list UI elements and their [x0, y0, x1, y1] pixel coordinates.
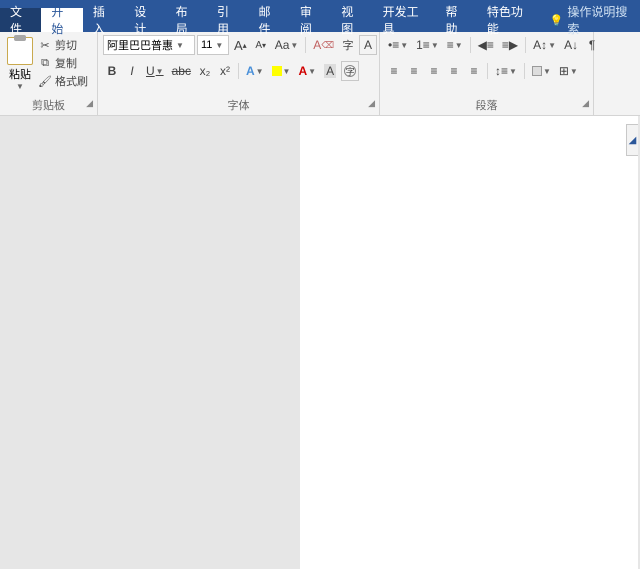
- paste-label: 粘贴: [9, 66, 31, 82]
- bullets-button[interactable]: •≡▼: [385, 35, 411, 55]
- copy-icon: ⧉: [38, 56, 52, 70]
- clear-formatting-button[interactable]: A⌫: [310, 35, 337, 55]
- decrease-indent-button[interactable]: ◀≡: [475, 35, 497, 55]
- separator: [487, 63, 488, 79]
- underline-button[interactable]: U▼: [143, 61, 167, 81]
- document-canvas: ◢ ↲ 辅助列↲ ↲ 诸葛亮↓ 诸葛亮↲ ↲ 周瑜↓ 周瑜↓ 周瑜↲ ↲ 马可波…: [0, 116, 640, 569]
- numbering-button[interactable]: 1≡▼: [413, 35, 442, 55]
- paste-icon: [7, 37, 33, 65]
- italic-button[interactable]: I: [123, 61, 141, 81]
- paragraph-dialog-launcher[interactable]: ◢: [582, 98, 589, 109]
- menu-help[interactable]: 帮助: [435, 8, 476, 32]
- separator: [470, 37, 471, 53]
- chevron-down-icon: ▼: [176, 41, 184, 50]
- font-color-button[interactable]: A▼: [295, 61, 319, 81]
- shading-button[interactable]: ▼: [529, 61, 554, 81]
- menu-layout[interactable]: 布局: [166, 8, 207, 32]
- tell-me-search[interactable]: 💡 操作说明搜索: [540, 8, 640, 32]
- menu-mail[interactable]: 邮件: [248, 8, 289, 32]
- align-center-button[interactable]: ≡: [405, 61, 423, 81]
- align-justify-button[interactable]: ≡: [445, 61, 463, 81]
- highlight-button[interactable]: ▼: [269, 61, 294, 81]
- increase-indent-button[interactable]: ≡▶: [499, 35, 521, 55]
- group-paragraph: •≡▼ 1≡▼ ≡▼ ◀≡ ≡▶ A↕▼ A↓ ¶ ≡ ≡ ≡ ≡ ≡ ↕≡▼: [380, 32, 594, 115]
- bold-button[interactable]: B: [103, 61, 121, 81]
- separator: [524, 63, 525, 79]
- subscript-button[interactable]: x₂: [196, 61, 214, 81]
- font-name-select[interactable]: 阿里巴巴普惠▼: [103, 35, 195, 55]
- paste-button[interactable]: 粘贴 ▼: [5, 35, 35, 91]
- phonetic-guide-button[interactable]: 字: [339, 35, 357, 55]
- separator: [525, 37, 526, 53]
- font-size-select[interactable]: 11▼: [197, 35, 229, 55]
- font-group-label: 字体: [228, 100, 250, 112]
- side-pane-tab[interactable]: ◢: [626, 124, 638, 156]
- highlight-icon: [272, 66, 282, 76]
- text-direction-button[interactable]: A↕▼: [530, 35, 559, 55]
- sort-button[interactable]: A↓: [561, 35, 581, 55]
- lightbulb-icon: 💡: [550, 13, 564, 27]
- align-right-button[interactable]: ≡: [425, 61, 443, 81]
- text-effects-button[interactable]: A▼: [243, 61, 267, 81]
- menu-insert[interactable]: 插入: [83, 8, 124, 32]
- clipboard-group-label: 剪贴板: [32, 100, 65, 112]
- line-spacing-button[interactable]: ↕≡▼: [492, 61, 520, 81]
- grow-font-button[interactable]: A▴: [231, 35, 250, 55]
- paragraph-group-label: 段落: [476, 100, 498, 112]
- separator: [238, 63, 239, 79]
- clipboard-dialog-launcher[interactable]: ◢: [86, 98, 93, 109]
- strikethrough-button[interactable]: abc: [169, 61, 194, 81]
- shading-icon: [532, 66, 542, 76]
- chevron-down-icon: ▼: [16, 82, 24, 91]
- enclose-char-button[interactable]: 字: [341, 61, 359, 81]
- ribbon: 粘贴 ▼ ✂剪切 ⧉复制 🖌格式刷 剪贴板 ◢ 阿里巴巴普惠▼ 11▼ A▴ A▾…: [0, 32, 640, 116]
- font-dialog-launcher[interactable]: ◢: [368, 98, 375, 109]
- align-left-button[interactable]: ≡: [385, 61, 403, 81]
- menu-bar: 文件 开始 插入 设计 布局 引用 邮件 审阅 视图 开发工具 帮助 特色功能 …: [0, 8, 640, 32]
- menu-dev[interactable]: 开发工具: [373, 8, 436, 32]
- menu-special[interactable]: 特色功能: [477, 8, 540, 32]
- superscript-button[interactable]: x²: [216, 61, 234, 81]
- group-clipboard: 粘贴 ▼ ✂剪切 ⧉复制 🖌格式刷 剪贴板 ◢: [0, 32, 98, 115]
- char-shading-button[interactable]: A: [321, 61, 339, 81]
- change-case-button[interactable]: Aa▼: [272, 35, 302, 55]
- scissors-icon: ✂: [38, 38, 52, 52]
- chevron-down-icon: ▼: [215, 41, 223, 50]
- menu-references[interactable]: 引用: [207, 8, 248, 32]
- cut-button[interactable]: ✂剪切: [38, 37, 88, 53]
- menu-file[interactable]: 文件: [0, 8, 41, 32]
- shrink-font-button[interactable]: A▾: [252, 35, 270, 55]
- char-border-button[interactable]: A: [359, 35, 377, 55]
- menu-design[interactable]: 设计: [124, 8, 165, 32]
- menu-review[interactable]: 审阅: [290, 8, 331, 32]
- copy-button[interactable]: ⧉复制: [38, 55, 88, 71]
- borders-button[interactable]: ⊞▼: [556, 61, 581, 81]
- multilevel-button[interactable]: ≡▼: [444, 35, 466, 55]
- separator: [305, 37, 306, 53]
- format-painter-button[interactable]: 🖌格式刷: [38, 73, 88, 89]
- brush-icon: 🖌: [38, 74, 52, 88]
- page[interactable]: ◢ ↲ 辅助列↲ ↲ 诸葛亮↓ 诸葛亮↲ ↲ 周瑜↓ 周瑜↓ 周瑜↲ ↲ 马可波…: [300, 116, 638, 569]
- group-font: 阿里巴巴普惠▼ 11▼ A▴ A▾ Aa▼ A⌫ 字 A B I U▼ abc …: [98, 32, 380, 115]
- group-styles: [594, 32, 640, 115]
- align-distribute-button[interactable]: ≡: [465, 61, 483, 81]
- menu-view[interactable]: 视图: [331, 8, 372, 32]
- menu-home[interactable]: 开始: [41, 8, 82, 32]
